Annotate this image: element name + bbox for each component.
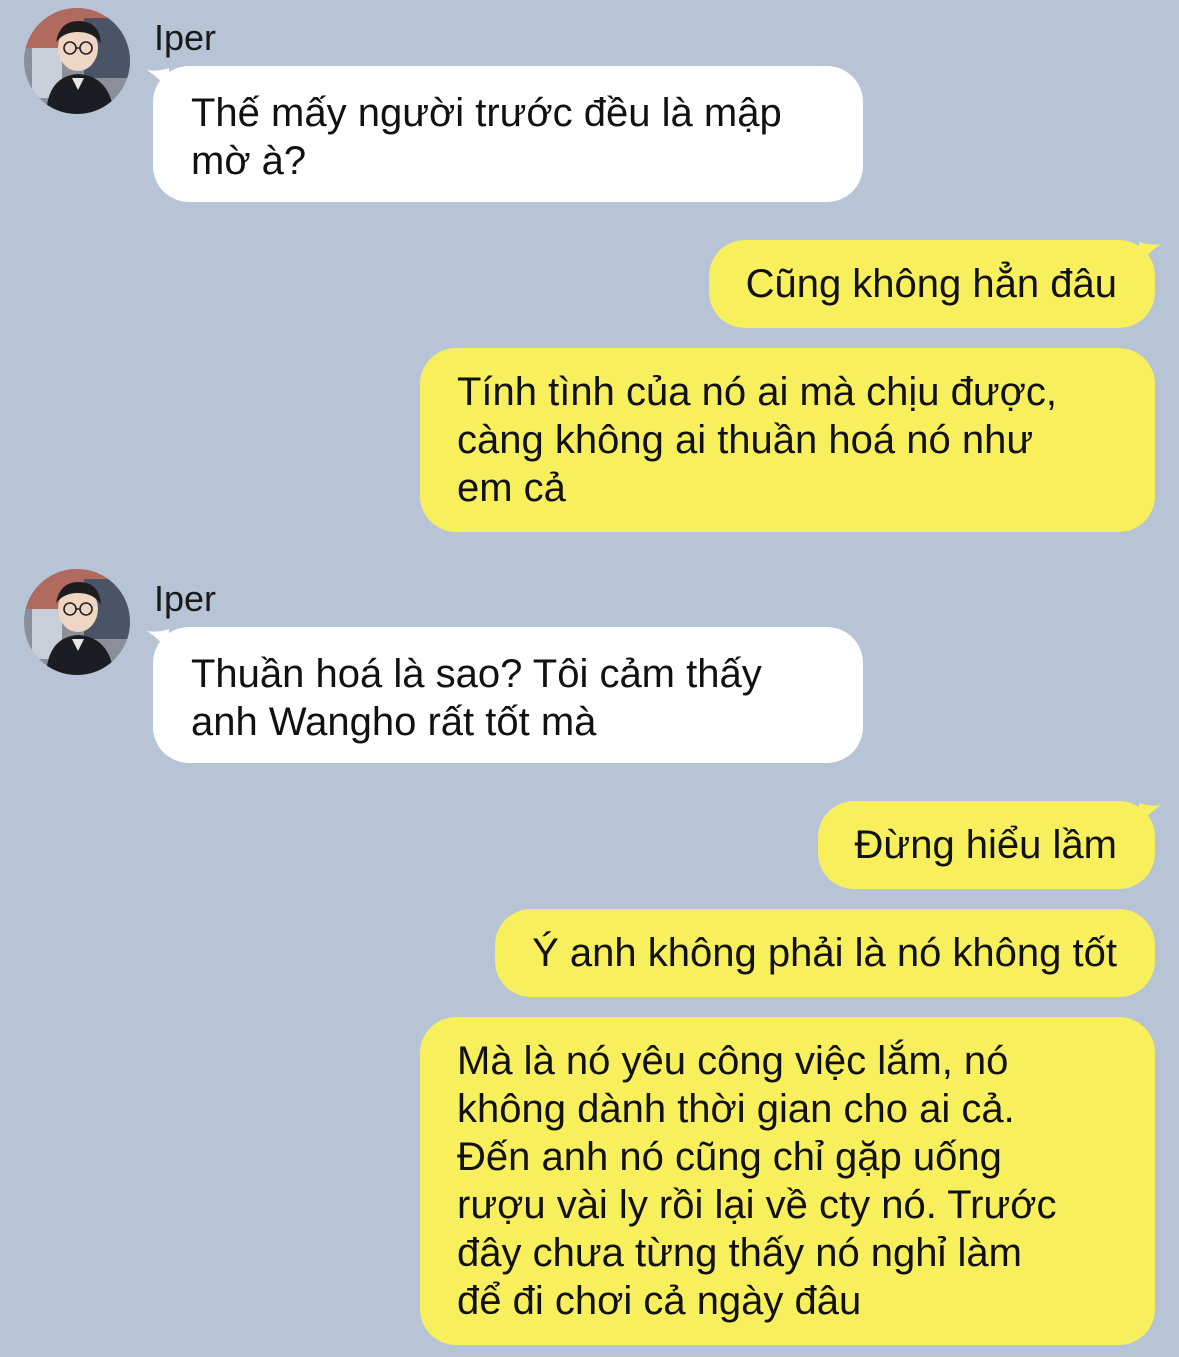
sender-name: Iper — [154, 17, 217, 58]
sender-name: Iper — [154, 578, 217, 619]
profile-photo — [24, 569, 130, 675]
message-bubble-outgoing[interactable]: Đừng hiểu lầm — [817, 801, 1155, 889]
message-bubble-incoming[interactable]: Thế mấy người trước đều là mập mờ à? — [153, 66, 863, 202]
message-bubble-outgoing[interactable]: Tính tình của nó ai mà chịu được, càng k… — [420, 348, 1155, 532]
message-bubble-outgoing[interactable]: Ý anh không phải là nó không tốt — [495, 909, 1155, 997]
profile-photo — [24, 8, 130, 114]
message-bubble-outgoing[interactable]: Mà là nó yêu công việc lắm, nó không dàn… — [420, 1017, 1155, 1345]
message-bubble-incoming[interactable]: Thuần hoá là sao? Tôi cảm thấy anh Wangh… — [153, 627, 863, 763]
avatar[interactable] — [24, 8, 130, 114]
avatar[interactable] — [24, 569, 130, 675]
message-bubble-outgoing[interactable]: Cũng không hẳn đâu — [708, 240, 1155, 328]
